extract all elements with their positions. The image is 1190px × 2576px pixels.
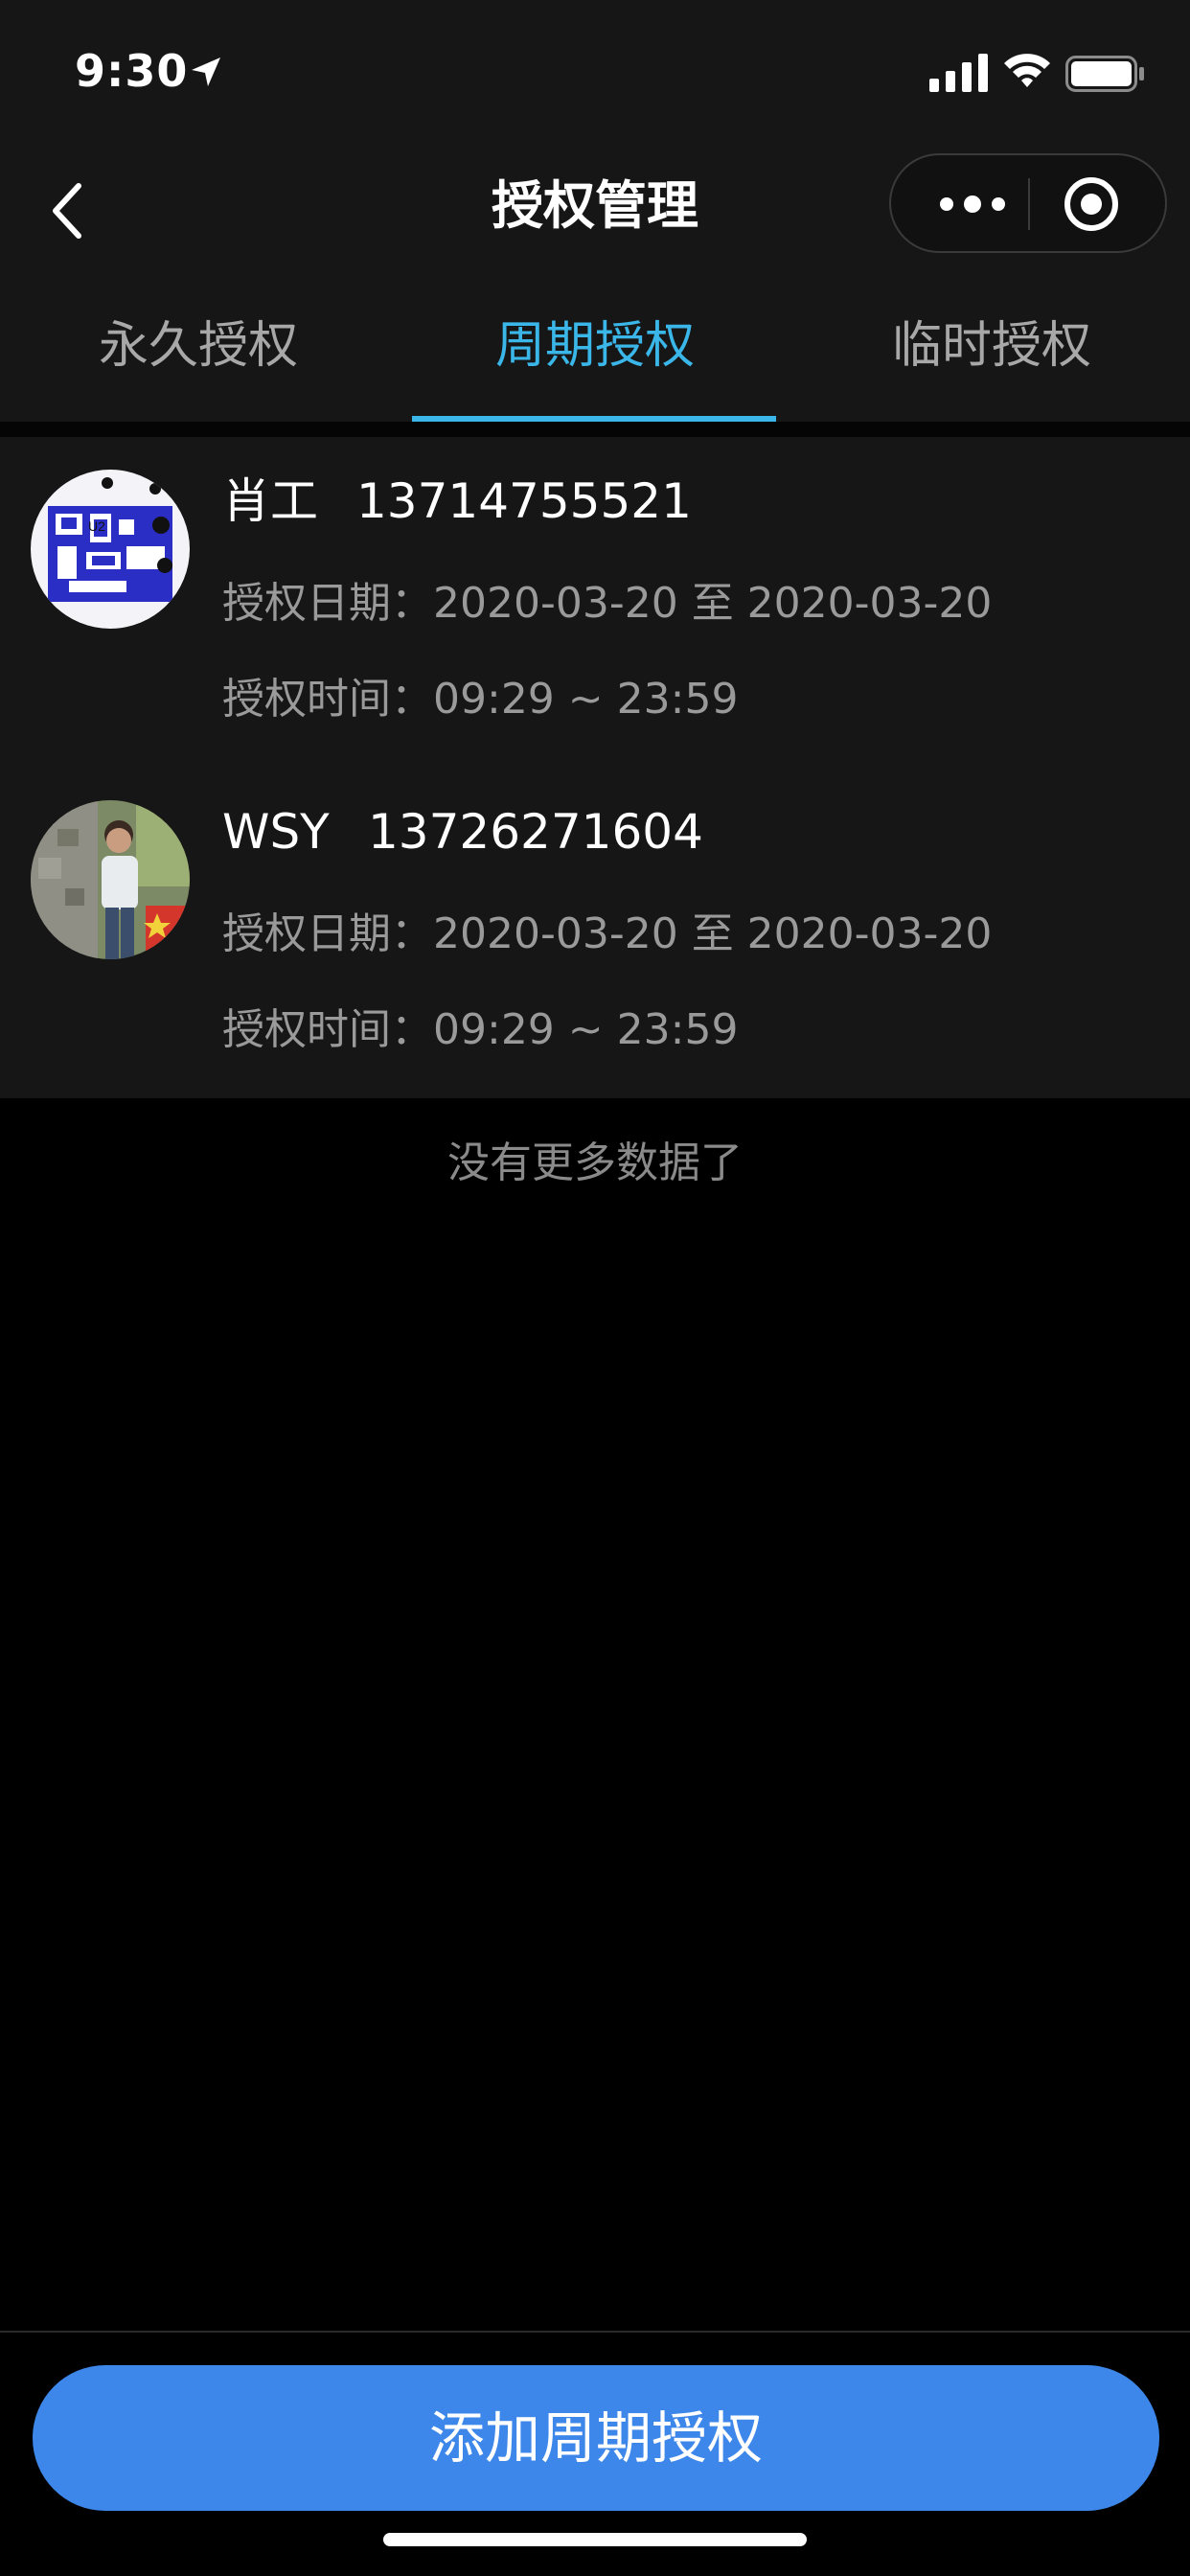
- tab-periodic[interactable]: 周期授权: [397, 312, 793, 380]
- time-range: 09:29 ~ 23:59: [433, 1005, 739, 1054]
- authorization-time: 授权时间：09:29 ~ 23:59: [222, 1001, 738, 1059]
- wifi-icon: [1004, 54, 1050, 87]
- list-item[interactable]: U2 肖工 13714755521 授权日期：2020-03-20 至 2020…: [0, 437, 1190, 768]
- target-circle-icon[interactable]: [1062, 174, 1121, 234]
- date-label: 授权日期：: [222, 579, 433, 628]
- user-name: WSY: [222, 804, 330, 860]
- user-name: 肖工: [222, 473, 318, 529]
- tab-temporary[interactable]: 临时授权: [793, 312, 1190, 380]
- authorization-date: 授权日期：2020-03-20 至 2020-03-20: [222, 575, 992, 632]
- user-phone: 13714755521: [356, 473, 692, 529]
- user-phone: 13726271604: [368, 804, 703, 860]
- tab-bar: 永久授权 周期授权 临时授权: [0, 307, 1190, 422]
- date-label: 授权日期：: [222, 909, 433, 958]
- divider: [0, 422, 1190, 437]
- status-time: 9:30: [75, 45, 189, 97]
- more-dots-icon[interactable]: [929, 178, 1016, 230]
- capsule-divider: [1028, 178, 1030, 230]
- time-label: 授权时间：: [222, 1005, 433, 1054]
- location-arrow-icon: [192, 58, 220, 86]
- no-more-data-text: 没有更多数据了: [447, 1138, 743, 1187]
- authorization-date: 授权日期：2020-03-20 至 2020-03-20: [222, 906, 992, 963]
- battery-icon: [1065, 56, 1144, 92]
- footer-divider: [0, 2331, 1190, 2333]
- svg-text:U2: U2: [88, 518, 105, 534]
- avatar: [31, 800, 190, 959]
- time-label: 授权时间：: [222, 675, 433, 724]
- date-range: 2020-03-20 至 2020-03-20: [433, 579, 993, 628]
- avatar: U2: [31, 470, 190, 629]
- home-indicator[interactable]: [383, 2533, 807, 2546]
- authorization-list: U2 肖工 13714755521 授权日期：2020-03-20 至 2020…: [0, 437, 1190, 1098]
- date-range: 2020-03-20 至 2020-03-20: [433, 909, 993, 958]
- time-range: 09:29 ~ 23:59: [433, 675, 739, 724]
- tab-permanent[interactable]: 永久授权: [0, 312, 397, 380]
- authorization-time: 授权时间：09:29 ~ 23:59: [222, 671, 738, 728]
- cellular-signal-icon: [929, 54, 988, 92]
- mini-program-capsule: [889, 153, 1167, 253]
- list-item[interactable]: WSY 13726271604 授权日期：2020-03-20 至 2020-0…: [0, 768, 1190, 1098]
- add-periodic-authorization-button[interactable]: 添加周期授权: [33, 2365, 1159, 2511]
